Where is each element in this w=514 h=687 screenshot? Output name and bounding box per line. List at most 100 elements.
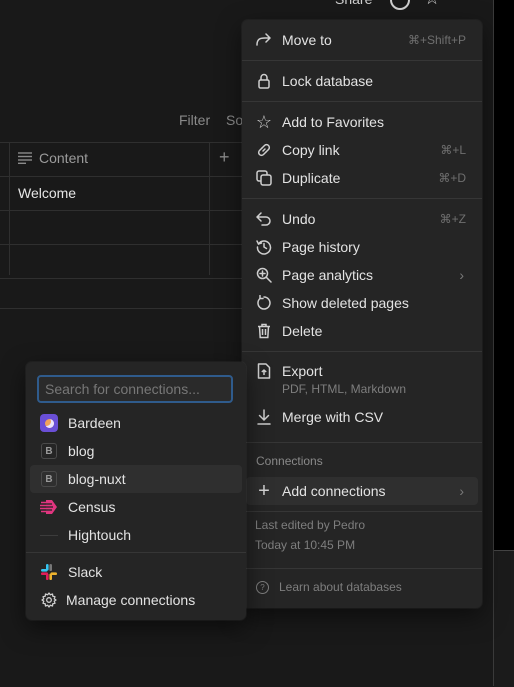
window-edge (493, 0, 514, 687)
menu-divider (242, 60, 482, 61)
connection-label: blog (68, 443, 95, 459)
menu-item-label: Page history (282, 239, 360, 255)
export-icon (254, 361, 274, 381)
menu-item-page-history[interactable]: Page history (242, 233, 482, 261)
manage-connections-button[interactable]: Manage connections (30, 586, 242, 614)
bardeen-icon (40, 414, 58, 432)
export-formats-sublabel: PDF, HTML, Markdown (282, 382, 407, 396)
menu-item-label: Duplicate (282, 170, 341, 186)
search-connections-input[interactable] (37, 375, 233, 403)
slack-icon (40, 563, 58, 581)
menu-item-add-connections[interactable]: + Add connections › (246, 477, 478, 505)
badge-letter: B (41, 471, 57, 487)
census-icon (40, 498, 58, 516)
connection-label: blog-nuxt (68, 471, 126, 487)
menu-item-label: Lock database (282, 73, 374, 89)
duplicate-icon (254, 168, 274, 188)
connection-label: Hightouch (68, 527, 132, 543)
menu-item-label: Delete (282, 323, 323, 339)
database-options-menu: Move to ⌘+Shift+P Lock database ☆ Add to… (242, 20, 482, 608)
menu-divider (242, 511, 482, 512)
filter-button[interactable]: Filter (179, 112, 210, 128)
table-bottom-divider (0, 308, 242, 309)
shortcut-label: ⌘+D (438, 171, 466, 185)
download-icon (254, 407, 274, 427)
menu-item-add-to-favorites[interactable]: ☆ Add to Favorites (242, 108, 482, 136)
badge-letter: B (41, 443, 57, 459)
column-divider (9, 142, 10, 275)
menu-divider (242, 198, 482, 199)
clock-icon[interactable] (390, 0, 410, 10)
connection-label: Slack (68, 564, 103, 580)
menu-item-lock-database[interactable]: Lock database (242, 67, 482, 95)
add-column-button[interactable]: + (219, 147, 230, 168)
menu-item-copy-link[interactable]: Copy link ⌘+L (242, 136, 482, 164)
shortcut-label: ⌘+Z (439, 212, 466, 226)
menu-item-label: Move to (282, 32, 332, 48)
learn-about-databases-link[interactable]: ? Learn about databases (256, 580, 402, 594)
help-icon: ? (256, 580, 269, 594)
last-edited-by: Last edited by Pedro (255, 518, 366, 532)
menu-item-move-to[interactable]: Move to ⌘+Shift+P (242, 26, 482, 54)
menu-item-page-analytics[interactable]: Page analytics › (242, 261, 482, 289)
menu-item-label: Export (282, 363, 323, 379)
star-icon[interactable]: ☆ (424, 0, 440, 9)
menu-item-delete[interactable]: Delete (242, 317, 482, 345)
menu-item-label: Merge with CSV (282, 409, 384, 425)
adjacent-window (494, 550, 514, 687)
connection-item-bardeen[interactable]: Bardeen (30, 409, 242, 437)
b-badge-icon: B (40, 442, 58, 460)
chevron-right-icon: › (459, 267, 464, 283)
gear-icon (40, 591, 58, 609)
plus-icon: + (258, 479, 270, 502)
zoom-in-icon (254, 265, 274, 285)
connection-item-blog[interactable]: B blog (30, 437, 242, 465)
menu-item-label: Show deleted pages (282, 295, 409, 311)
menu-divider (242, 101, 482, 102)
connection-item-census[interactable]: Census (30, 493, 242, 521)
menu-item-duplicate[interactable]: Duplicate ⌘+D (242, 164, 482, 192)
history-icon (254, 237, 274, 257)
trash-icon (254, 321, 274, 341)
manage-connections-label: Manage connections (66, 592, 196, 608)
menu-divider (242, 442, 482, 443)
star-icon: ☆ (255, 111, 273, 132)
popup-divider (26, 552, 246, 553)
menu-item-label: Copy link (282, 142, 340, 158)
table-header-row: Content + (0, 142, 242, 177)
last-edited-time: Today at 10:45 PM (255, 538, 356, 552)
arrow-turn-right-icon (254, 30, 274, 50)
menu-item-label: Page analytics (282, 267, 374, 283)
table-row[interactable]: Welcome (0, 177, 242, 211)
menu-item-label: Add connections (282, 483, 386, 499)
menu-item-merge-with-csv[interactable]: Merge with CSV (242, 403, 482, 431)
more-icon[interactable]: ··· (460, 0, 474, 4)
menu-item-show-deleted-pages[interactable]: Show deleted pages (242, 289, 482, 317)
connection-item-hightouch[interactable]: Hightouch (30, 521, 242, 549)
sort-button[interactable]: So (226, 112, 243, 128)
table-cell[interactable]: Welcome (18, 185, 76, 201)
menu-divider (242, 568, 482, 569)
connection-label: Census (68, 499, 116, 515)
connection-item-blog-nuxt[interactable]: B blog-nuxt (30, 465, 242, 493)
text-lines-icon (18, 152, 32, 164)
table-row[interactable] (0, 245, 242, 279)
table-row[interactable] (0, 211, 242, 245)
menu-item-label: Undo (282, 211, 316, 227)
column-divider (209, 142, 210, 275)
menu-item-undo[interactable]: Undo ⌘+Z (242, 205, 482, 233)
connection-item-slack[interactable]: Slack (30, 558, 242, 586)
menu-item-export[interactable]: Export (242, 357, 482, 385)
shortcut-label: ⌘+L (440, 143, 466, 157)
column-header-content[interactable]: Content (18, 150, 88, 166)
share-button[interactable]: Share (335, 0, 372, 7)
learn-label: Learn about databases (279, 580, 402, 594)
connections-section-label: Connections (256, 454, 323, 468)
link-icon (254, 140, 274, 160)
undo-icon (254, 209, 274, 229)
column-header-label: Content (39, 150, 89, 166)
hightouch-icon (40, 526, 58, 544)
lock-icon (254, 71, 274, 91)
menu-divider (242, 351, 482, 352)
b-badge-icon: B (40, 470, 58, 488)
